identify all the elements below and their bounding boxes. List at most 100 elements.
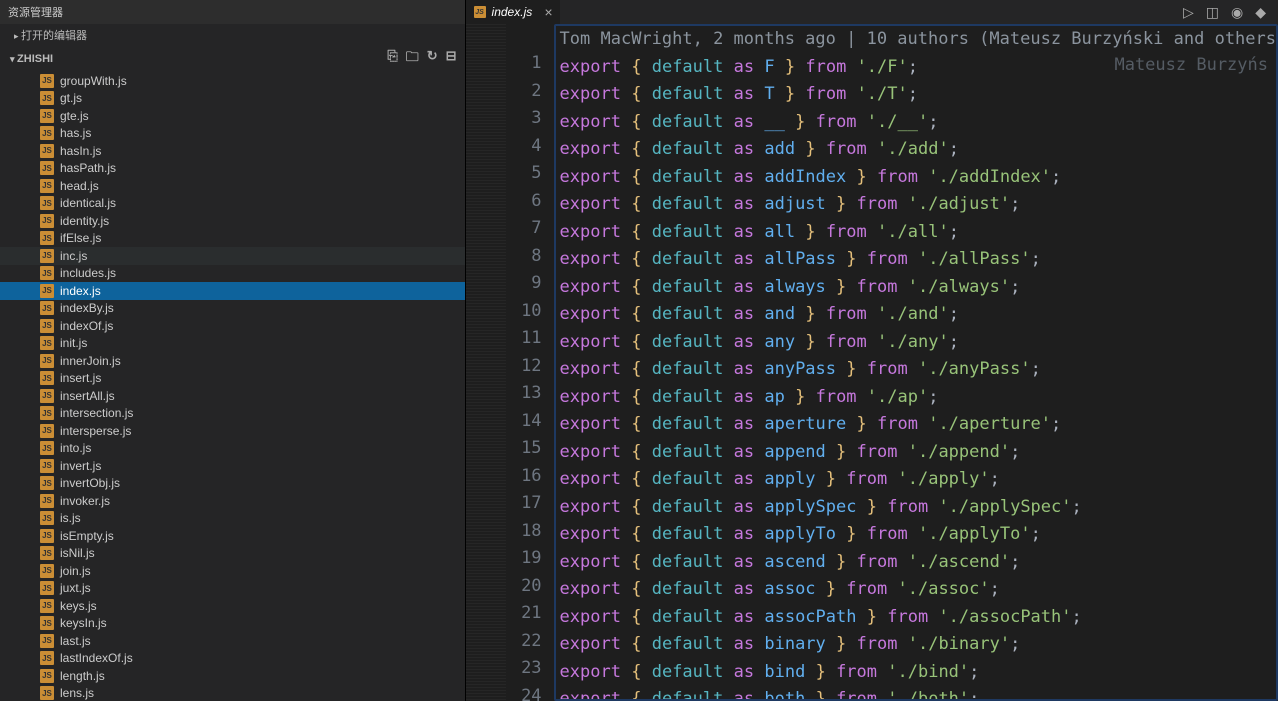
file-label: intersection.js xyxy=(60,406,133,420)
code-line[interactable]: export { default as allPass } from './al… xyxy=(556,246,1276,274)
js-file-icon: JS xyxy=(40,196,54,210)
file-item[interactable]: JSgte.js xyxy=(0,107,465,125)
file-label: keys.js xyxy=(60,599,97,613)
code-line[interactable]: export { default as applySpec } from './… xyxy=(556,494,1276,522)
file-item[interactable]: JShas.js xyxy=(0,125,465,143)
file-item[interactable]: JSgroupWith.js xyxy=(0,72,465,90)
file-item[interactable]: JSjoin.js xyxy=(0,562,465,580)
js-file-icon: JS xyxy=(40,74,54,88)
js-file-icon: JS xyxy=(40,126,54,140)
file-item[interactable]: JShasPath.js xyxy=(0,160,465,178)
file-label: is.js xyxy=(60,511,81,525)
code-line[interactable]: export { default as always } from './alw… xyxy=(556,274,1276,302)
new-file-icon[interactable]: ⎘ xyxy=(387,48,397,70)
file-item[interactable]: JSgt.js xyxy=(0,90,465,108)
tab-index-js[interactable]: JS index.js × xyxy=(466,0,561,24)
file-item[interactable]: JSinto.js xyxy=(0,440,465,458)
file-item[interactable]: JSinvert.js xyxy=(0,457,465,475)
file-item[interactable]: JSjuxt.js xyxy=(0,580,465,598)
file-item[interactable]: JSidentity.js xyxy=(0,212,465,230)
line-number: 10 xyxy=(506,298,542,326)
new-folder-icon[interactable]: 🗀 xyxy=(406,48,419,70)
line-number: 6 xyxy=(506,188,542,216)
file-item[interactable]: JSindex.js xyxy=(0,282,465,300)
file-item[interactable]: JSincludes.js xyxy=(0,265,465,283)
explorer-sidebar: 资源管理器 打开的编辑器 ZHISHI ⎘ 🗀 ↻ ⊟ JSgroupWith.… xyxy=(0,0,466,701)
code-line[interactable]: export { default as binary } from './bin… xyxy=(556,631,1276,659)
file-item[interactable]: JSindexBy.js xyxy=(0,300,465,318)
code-line[interactable]: export { default as addIndex } from './a… xyxy=(556,164,1276,192)
code-line[interactable]: export { default as append } from './app… xyxy=(556,439,1276,467)
code-line[interactable]: export { default as and } from './and'; xyxy=(556,301,1276,329)
close-icon[interactable]: × xyxy=(544,4,552,20)
file-list[interactable]: JSgroupWith.jsJSgt.jsJSgte.jsJShas.jsJSh… xyxy=(0,72,465,701)
file-item[interactable]: JShasIn.js xyxy=(0,142,465,160)
minimap[interactable] xyxy=(466,24,506,701)
split-editor-icon[interactable]: ◫ xyxy=(1206,4,1219,21)
code-line[interactable]: export { default as anyPass } from './an… xyxy=(556,356,1276,384)
file-item[interactable]: JSinsert.js xyxy=(0,370,465,388)
code-line[interactable]: export { default as ap } from './ap'; xyxy=(556,384,1276,412)
workspace-folder[interactable]: ZHISHI xyxy=(10,50,61,68)
file-item[interactable]: JS invertObj.js xyxy=(0,475,465,493)
file-label: invertObj.js xyxy=(60,476,120,490)
file-item[interactable]: JSlast.js xyxy=(0,632,465,650)
js-file-icon: JS xyxy=(40,266,54,280)
code-line[interactable]: export { default as bind } from './bind'… xyxy=(556,659,1276,687)
file-label: innerJoin.js xyxy=(60,354,121,368)
more-actions-icon[interactable]: ◆ xyxy=(1255,4,1266,21)
file-item[interactable]: JSinc.js xyxy=(0,247,465,265)
line-number: 14 xyxy=(506,408,542,436)
code-line[interactable]: export { default as add } from './add'; xyxy=(556,136,1276,164)
code-line[interactable]: export { default as assoc } from './asso… xyxy=(556,576,1276,604)
js-file-icon: JS xyxy=(40,424,54,438)
explorer-title: 资源管理器 xyxy=(0,0,465,24)
file-item[interactable]: JShead.js xyxy=(0,177,465,195)
code-line[interactable]: export { default as all } from './all'; xyxy=(556,219,1276,247)
line-number: 2 xyxy=(506,78,542,106)
code-line[interactable]: export { default as __ } from './__'; xyxy=(556,109,1276,137)
code-line[interactable]: export { default as any } from './any'; xyxy=(556,329,1276,357)
refresh-icon[interactable]: ↻ xyxy=(427,48,438,70)
run-icon[interactable]: ▷ xyxy=(1183,4,1194,21)
file-item[interactable]: JSlastIndexOf.js xyxy=(0,650,465,668)
file-item[interactable]: JSindexOf.js xyxy=(0,317,465,335)
code-line[interactable]: export { default as both } from './both'… xyxy=(556,686,1276,701)
collapse-icon[interactable]: ⊟ xyxy=(446,48,457,70)
file-item[interactable]: JSlens.js xyxy=(0,685,465,701)
code-editor[interactable]: Tom MacWright, 2 months ago | 10 authors… xyxy=(554,24,1278,701)
file-label: keysIn.js xyxy=(60,616,107,630)
open-editors-section[interactable]: 打开的编辑器 xyxy=(0,24,465,46)
file-item[interactable]: JSinsertAll.js xyxy=(0,387,465,405)
code-line[interactable]: export { default as apply } from './appl… xyxy=(556,466,1276,494)
file-item[interactable]: JSis.js xyxy=(0,510,465,528)
file-item[interactable]: JS intersection.js xyxy=(0,405,465,423)
js-file-icon: JS xyxy=(40,476,54,490)
code-line[interactable]: export { default as aperture } from './a… xyxy=(556,411,1276,439)
file-label: inc.js xyxy=(60,249,87,263)
file-item[interactable]: JSkeysIn.js xyxy=(0,615,465,633)
js-file-icon: JS xyxy=(40,686,54,700)
file-item[interactable]: JSinnerJoin.js xyxy=(0,352,465,370)
tab-label: index.js xyxy=(492,5,533,19)
js-file-icon: JS xyxy=(40,161,54,175)
js-file-icon: JS xyxy=(40,546,54,560)
code-line[interactable]: export { default as ascend } from './asc… xyxy=(556,549,1276,577)
file-item[interactable]: JSifElse.js xyxy=(0,230,465,248)
file-item[interactable]: JSisEmpty.js xyxy=(0,527,465,545)
file-item[interactable]: JSintersperse.js xyxy=(0,422,465,440)
file-item[interactable]: JSkeys.js xyxy=(0,597,465,615)
file-item[interactable]: JSidentical.js xyxy=(0,195,465,213)
line-number: 20 xyxy=(506,573,542,601)
preview-icon[interactable]: ◉ xyxy=(1231,4,1243,21)
file-item[interactable]: JSisNil.js xyxy=(0,545,465,563)
code-line[interactable]: export { default as adjust } from './adj… xyxy=(556,191,1276,219)
file-item[interactable]: JSinit.js xyxy=(0,335,465,353)
code-line[interactable]: export { default as applyTo } from './ap… xyxy=(556,521,1276,549)
js-file-icon: JS xyxy=(40,406,54,420)
js-file-icon: JS xyxy=(40,284,54,298)
code-line[interactable]: export { default as assocPath } from './… xyxy=(556,604,1276,632)
file-item[interactable]: JSinvoker.js xyxy=(0,492,465,510)
code-line[interactable]: export { default as T } from './T'; xyxy=(556,81,1276,109)
file-item[interactable]: JSlength.js xyxy=(0,667,465,685)
